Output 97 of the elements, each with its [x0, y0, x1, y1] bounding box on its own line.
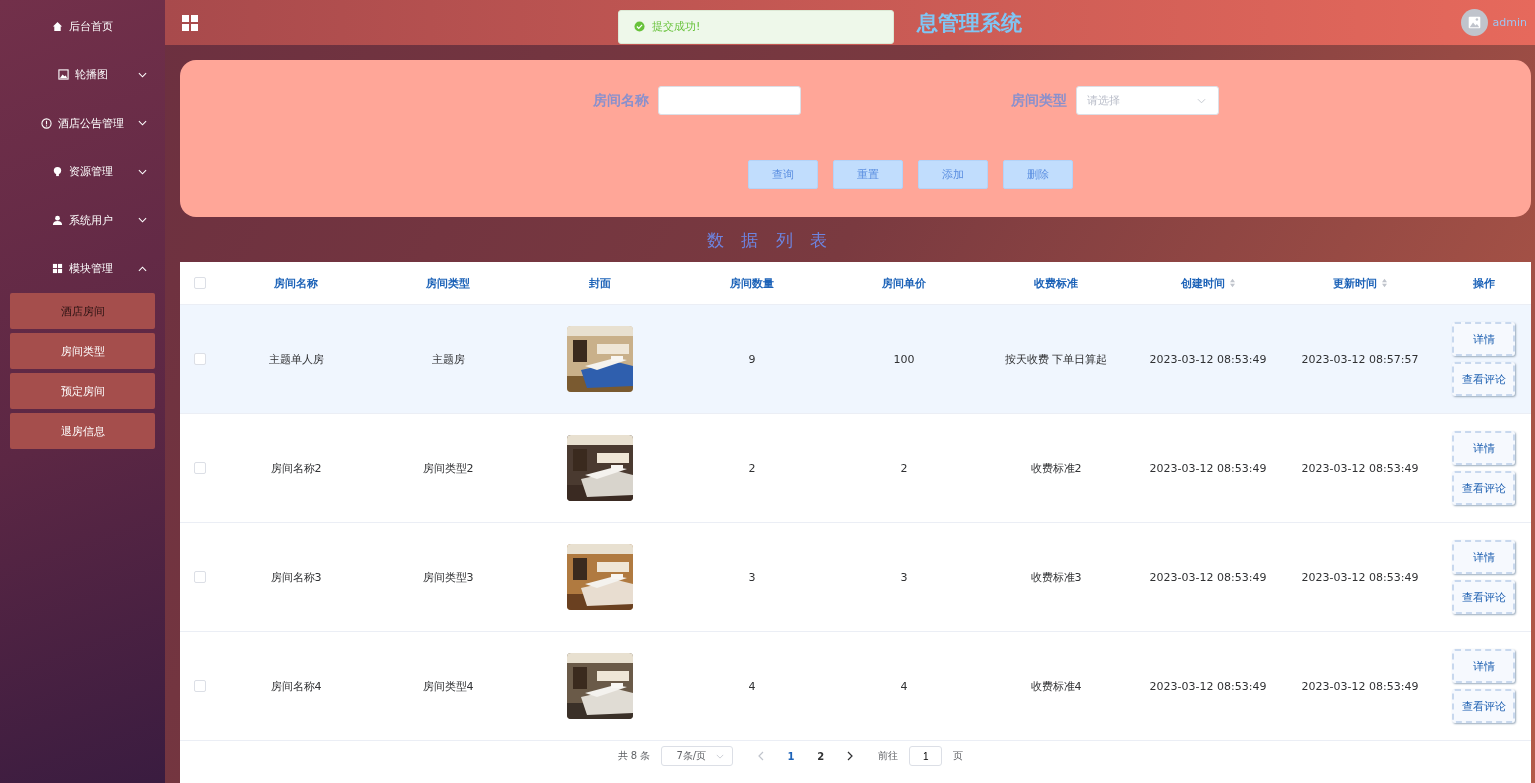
grid-icon: [52, 263, 63, 274]
column-header: 收费标准: [1034, 275, 1078, 291]
column-header: 操作: [1472, 275, 1495, 291]
table-cell: 主题单人房: [268, 351, 324, 367]
table-cell: 房间类型4: [422, 678, 474, 694]
checkbox[interactable]: [194, 571, 206, 583]
table-row[interactable]: 房间名称2 房间类型2 2 2 收费标准2 2023-03-12 08:53:49 2023-03-12 08:53:49 详情 查看评论: [180, 414, 1531, 523]
total-count: 共 8 条: [617, 749, 651, 763]
next-page-icon[interactable]: [847, 751, 854, 761]
table-cell: 3: [748, 570, 756, 584]
check-circle-icon: [634, 21, 645, 32]
row-action-button[interactable]: 查看评论: [1452, 689, 1515, 723]
menu-item[interactable]: 酒店公告管理: [0, 99, 165, 147]
table-cell: 2023-03-12 08:57:57: [1301, 352, 1419, 366]
table-cell: 2023-03-12 08:53:49: [1149, 679, 1267, 693]
table-cell: 按天收费 下单日算起: [1004, 351, 1108, 367]
chevron-down-icon: [138, 217, 147, 223]
chevron-up-icon: [138, 265, 147, 272]
field-label: 房间名称: [592, 91, 649, 110]
table-cell: 2023-03-12 08:53:49: [1149, 461, 1267, 475]
field-label: 房间类型: [1010, 91, 1067, 110]
table-row[interactable]: 房间名称4 房间类型4 4 4 收费标准4 2023-03-12 08:53:49 2023-03-12 08:53:49 详情 查看评论: [180, 632, 1531, 741]
system-title: 息管理系统: [916, 9, 1022, 37]
checkbox[interactable]: [194, 462, 206, 474]
row-action-button[interactable]: 详情: [1452, 322, 1515, 356]
menu-item[interactable]: 资源管理: [0, 147, 165, 196]
table-cell: 收费标准4: [1030, 678, 1082, 694]
sort-icon[interactable]: [1380, 278, 1388, 288]
row-action-button[interactable]: 查看评论: [1452, 580, 1515, 614]
avatar-icon[interactable]: [1460, 9, 1488, 36]
chevron-down-icon: [138, 71, 147, 78]
row-action-button[interactable]: 详情: [1452, 649, 1515, 683]
menu-item[interactable]: 系统用户: [0, 196, 165, 244]
column-header: 创建时间: [1180, 275, 1225, 291]
table-cell: 4: [748, 679, 756, 693]
table-cell: 房间名称2: [270, 460, 322, 476]
chevron-down-icon: [138, 120, 147, 126]
table-cell: 2023-03-12 08:53:49: [1301, 570, 1419, 584]
column-header: 房间数量: [730, 275, 774, 291]
table-row[interactable]: 主题单人房 主题房 9 100 按天收费 下单日算起 2023-03-12 08:53:49 2023-03-12 08:57:57 详情 查看评论: [180, 305, 1531, 414]
table-cell: 房间名称4: [270, 678, 322, 694]
checkbox[interactable]: [194, 277, 206, 289]
column-header: 房间单价: [882, 275, 926, 291]
checkbox[interactable]: [194, 353, 206, 365]
menu-item[interactable]: 轮播图: [0, 50, 165, 99]
chevron-down-icon: [138, 168, 147, 175]
previous-page-icon[interactable]: [758, 751, 765, 761]
user-icon: [52, 214, 63, 226]
chevron-down-icon: [716, 753, 725, 759]
table-cell: 9: [748, 352, 756, 366]
menu-icon[interactable]: [182, 14, 198, 31]
row-action-button[interactable]: 查看评论: [1452, 471, 1515, 505]
table-cell: 房间类型3: [422, 569, 474, 585]
section-title: 数 据 列 表: [705, 229, 835, 252]
page-size-select[interactable]: 7条/页: [661, 746, 734, 766]
input-field[interactable]: [657, 86, 801, 115]
submenu-item[interactable]: 退房信息: [10, 413, 155, 449]
image-icon: [57, 69, 69, 80]
row-action-button[interactable]: 详情: [1452, 431, 1515, 465]
page-suffix: 页: [953, 749, 964, 763]
username: admin: [1492, 16, 1527, 29]
column-header: 更新时间: [1332, 275, 1377, 291]
lightbulb-icon: [52, 166, 63, 177]
table-cell: 2: [900, 461, 908, 475]
toast-message: 提交成功!: [652, 19, 701, 34]
table-cell: 收费标准2: [1030, 460, 1082, 476]
chevron-down-icon: [1196, 97, 1206, 104]
column-header: 房间类型: [426, 275, 470, 291]
menu-item[interactable]: 后台首页: [0, 2, 165, 50]
table-cell: 房间名称3: [270, 569, 322, 585]
table-cell: 100: [893, 352, 915, 366]
table-cell: 2023-03-12 08:53:49: [1301, 679, 1419, 693]
table-cell: 4: [900, 679, 908, 693]
table-cell: 主题房: [431, 351, 465, 367]
table-cell: 2023-03-12 08:53:49: [1301, 461, 1419, 475]
warning-icon: [41, 117, 52, 129]
goto-label: 前往: [878, 749, 899, 763]
checkbox[interactable]: [194, 680, 206, 692]
table-cell: 房间类型2: [422, 460, 474, 476]
menu-item[interactable]: 模块管理: [0, 244, 165, 293]
row-action-button[interactable]: 详情: [1452, 540, 1515, 574]
table-cell: 2: [748, 461, 756, 475]
page-number[interactable]: 1: [781, 750, 801, 762]
table-cell: 2023-03-12 08:53:49: [1149, 570, 1267, 584]
table-cell: 2023-03-12 08:53:49: [1149, 352, 1267, 366]
home-icon: [52, 20, 63, 32]
column-header: 封面: [589, 275, 611, 291]
table-row[interactable]: 房间名称3 房间类型3 3 3 收费标准3 2023-03-12 08:53:49 2023-03-12 08:53:49 详情 查看评论: [180, 523, 1531, 632]
sort-icon[interactable]: [1228, 278, 1236, 288]
table-cell: 收费标准3: [1030, 569, 1082, 585]
page-input[interactable]: 1: [909, 746, 943, 766]
submenu-item[interactable]: 预定房间: [10, 373, 155, 409]
row-action-button[interactable]: 查看评论: [1452, 362, 1515, 396]
table-cell: 3: [900, 570, 908, 584]
page-number[interactable]: 2: [811, 750, 831, 762]
submenu-item[interactable]: 房间类型: [10, 333, 155, 369]
column-header: 房间名称: [274, 275, 318, 291]
